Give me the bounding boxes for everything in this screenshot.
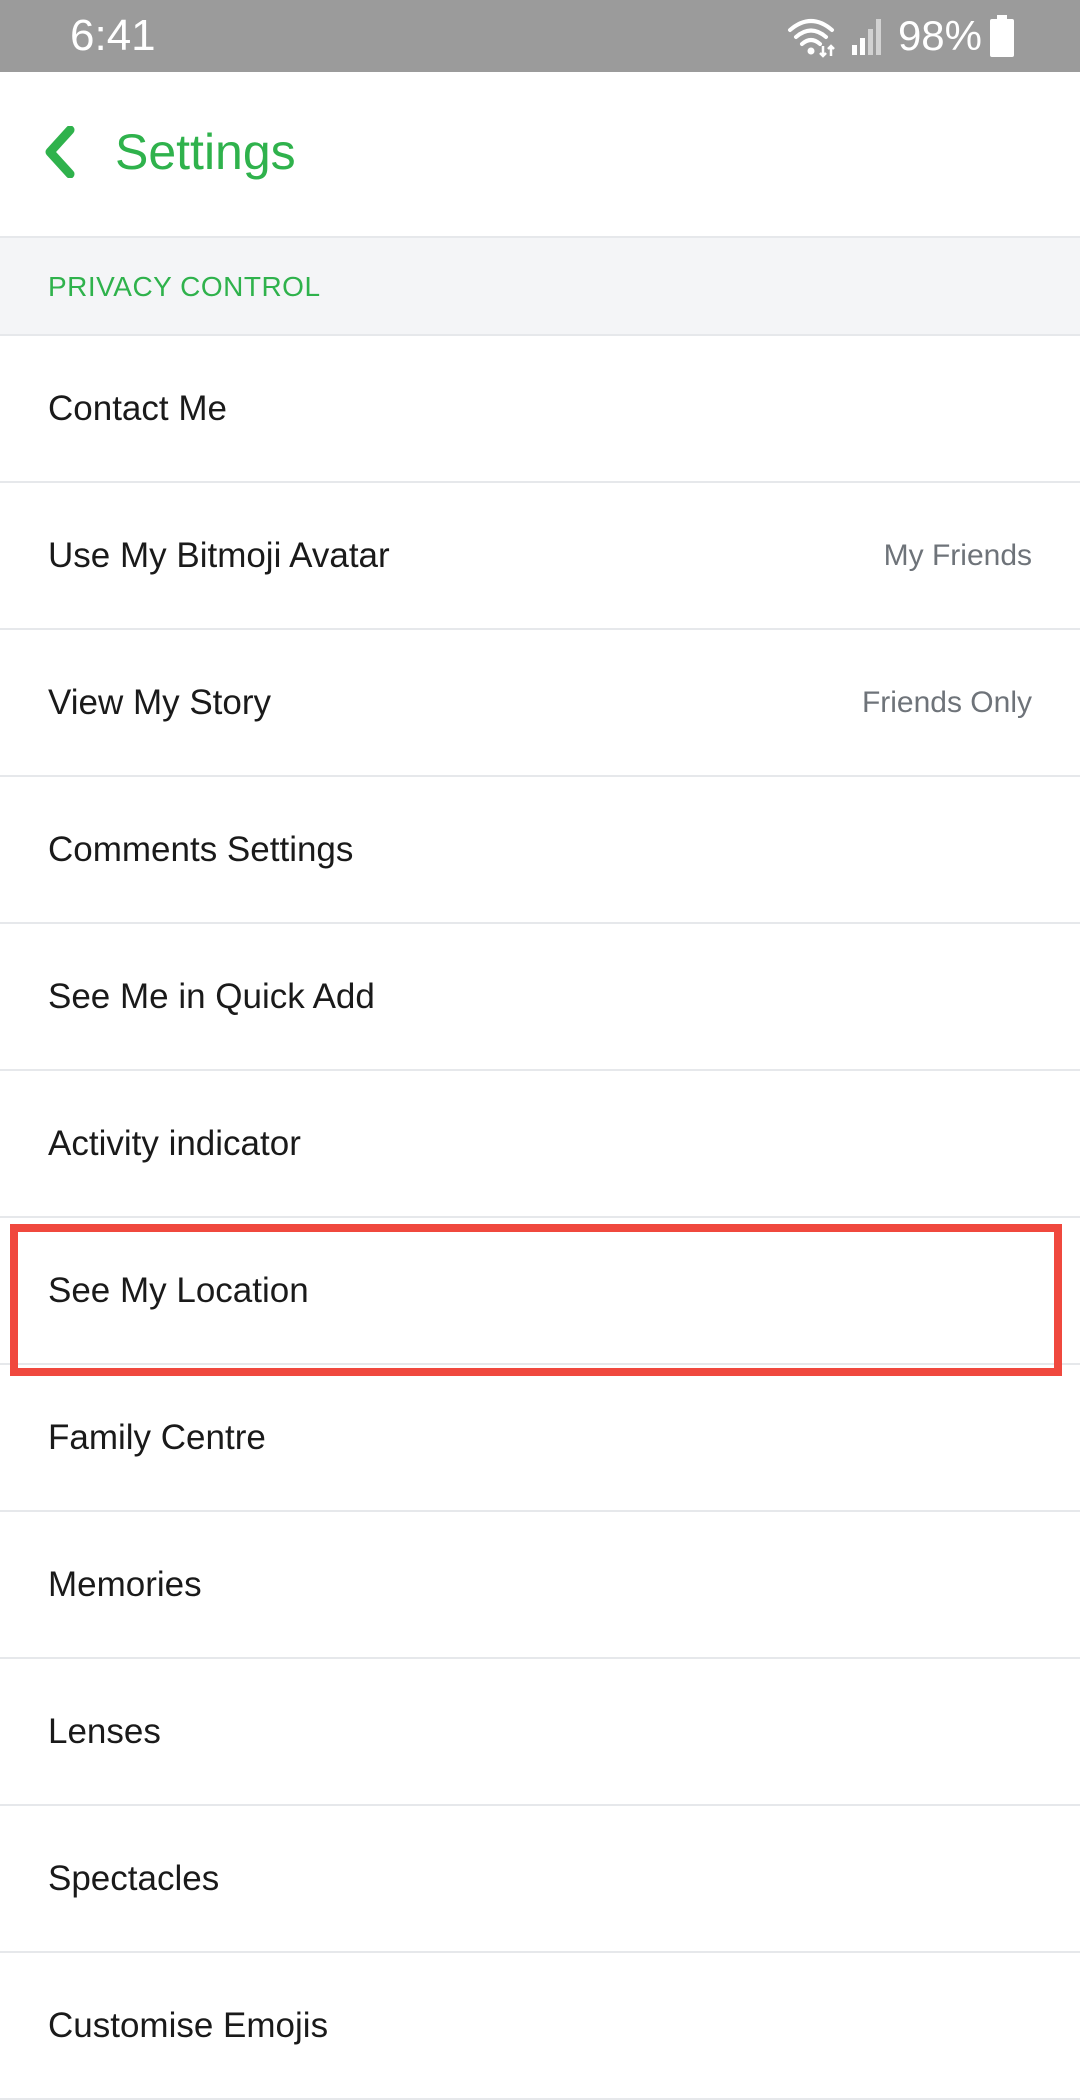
section-title: PRIVACY CONTROL — [48, 271, 321, 302]
settings-item-lenses[interactable]: Lenses — [0, 1659, 1080, 1806]
settings-item-family-centre[interactable]: Family Centre — [0, 1365, 1080, 1512]
settings-list: Contact Me Use My Bitmoji Avatar My Frie… — [0, 336, 1080, 2100]
wifi-icon — [787, 19, 835, 58]
page-title: Settings — [115, 124, 296, 180]
item-label: Lenses — [48, 1711, 161, 1751]
item-label: Activity indicator — [48, 1123, 301, 1163]
item-label: Family Centre — [48, 1417, 266, 1457]
battery-percentage: 98% — [897, 12, 982, 59]
item-value: My Friends — [883, 538, 1032, 572]
settings-item-see-my-location[interactable]: See My Location — [0, 1218, 1080, 1365]
settings-item-memories[interactable]: Memories — [0, 1512, 1080, 1659]
item-label: Comments Settings — [48, 829, 354, 869]
status-time: 6:41 — [70, 11, 156, 60]
item-label: Customise Emojis — [48, 2005, 329, 2045]
status-bar: 6:41 98% — [0, 0, 1080, 72]
settings-item-see-me-in-quick-add[interactable]: See Me in Quick Add — [0, 924, 1080, 1071]
item-label: Spectacles — [48, 1858, 220, 1898]
item-label: Use My Bitmoji Avatar — [48, 535, 390, 575]
item-label: Contact Me — [48, 388, 227, 428]
section-header: PRIVACY CONTROL — [0, 238, 1080, 336]
settings-item-view-my-story[interactable]: View My Story Friends Only — [0, 630, 1080, 777]
back-button[interactable] — [30, 112, 90, 192]
item-label: View My Story — [48, 682, 272, 722]
settings-item-contact-me[interactable]: Contact Me — [0, 336, 1080, 483]
battery-icon — [990, 15, 1014, 57]
settings-item-spectacles[interactable]: Spectacles — [0, 1806, 1080, 1953]
signal-icon — [851, 19, 881, 55]
settings-item-customise-emojis[interactable]: Customise Emojis — [0, 1953, 1080, 2100]
settings-item-activity-indicator[interactable]: Activity indicator — [0, 1071, 1080, 1218]
item-label: See Me in Quick Add — [48, 976, 375, 1016]
status-icons: 98% — [786, 12, 1014, 60]
item-label: Memories — [48, 1564, 202, 1604]
settings-item-comments-settings[interactable]: Comments Settings — [0, 777, 1080, 924]
settings-header: Settings — [0, 72, 1080, 238]
item-label: See My Location — [48, 1270, 309, 1310]
item-value: Friends Only — [861, 685, 1032, 719]
settings-item-use-my-bitmoji-avatar[interactable]: Use My Bitmoji Avatar My Friends — [0, 483, 1080, 630]
chevron-left-icon — [45, 126, 75, 178]
